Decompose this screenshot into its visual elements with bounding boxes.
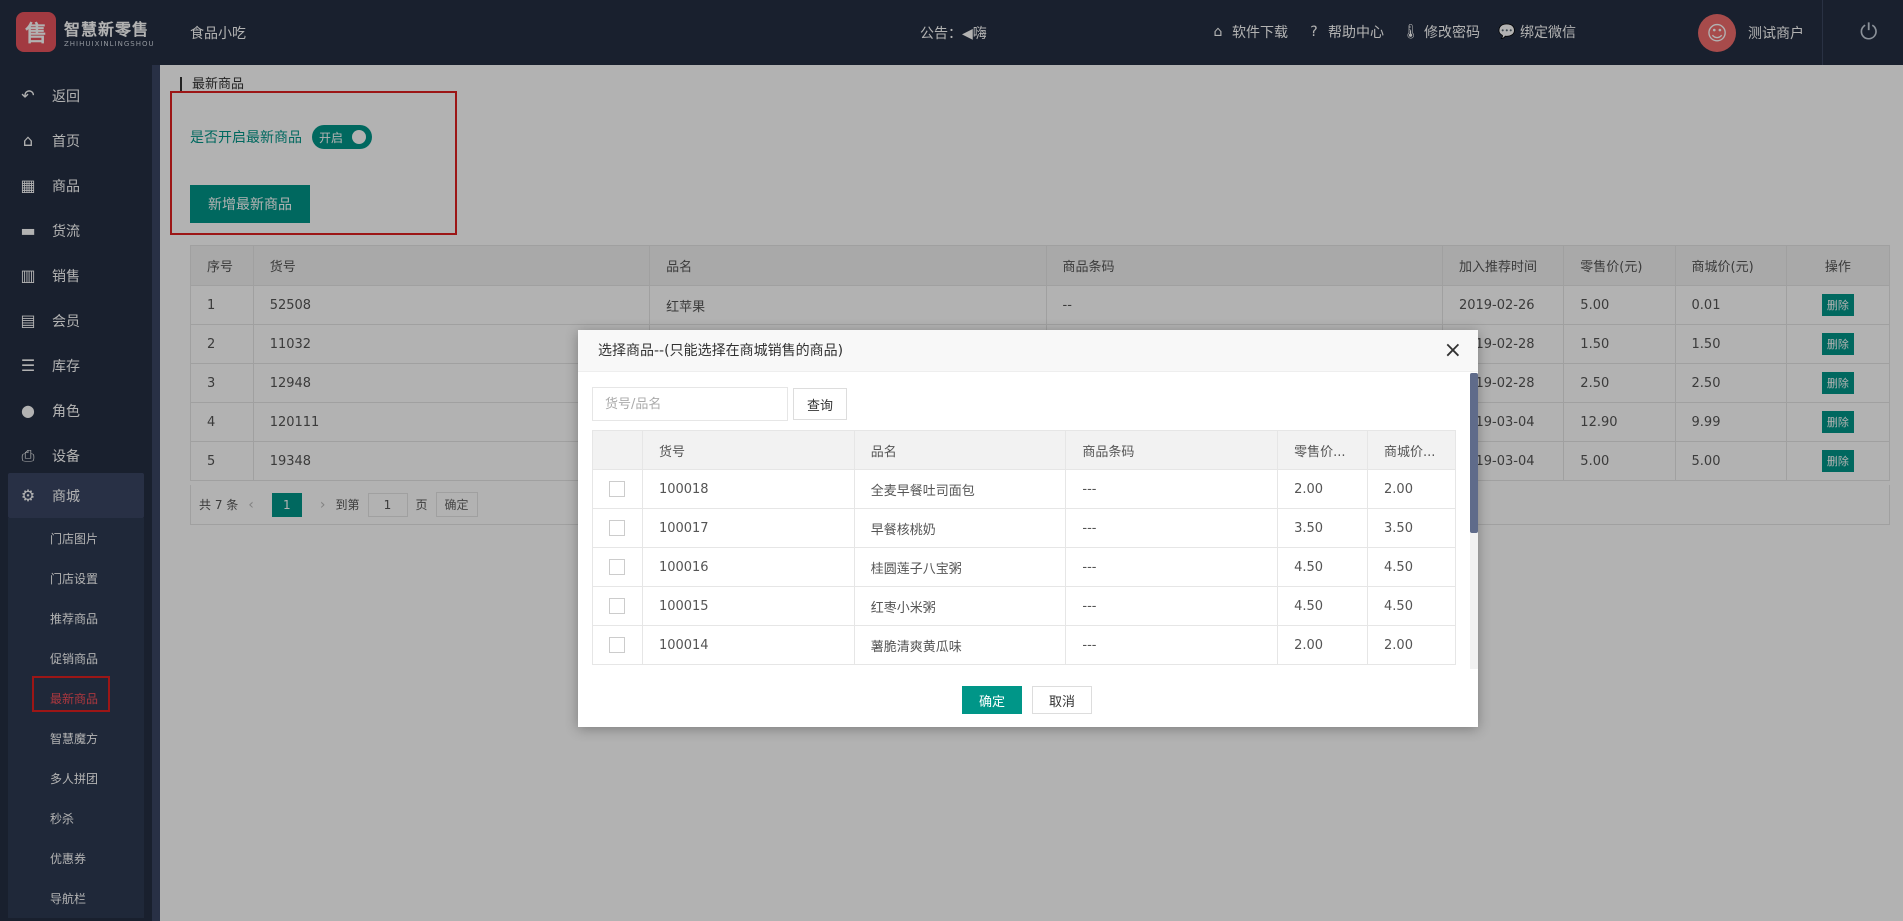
col-name: 品名 (853, 430, 1067, 470)
modal-table-wrap: 货号 品名 商品条码 零售价... 商城价... 100018 全麦早餐吐司面包… (592, 430, 1456, 666)
table-row[interactable]: 100017 早餐核桃奶 --- 3.50 3.50 (592, 508, 1456, 548)
modal-scrollbar[interactable] (1470, 373, 1478, 669)
col-checkbox (592, 430, 643, 470)
col-barcode: 商品条码 (1065, 430, 1279, 470)
confirm-button[interactable]: 确定 (962, 686, 1022, 714)
cancel-button[interactable]: 取消 (1032, 686, 1092, 714)
table-row[interactable]: 100016 桂圆莲子八宝粥 --- 4.50 4.50 (592, 547, 1456, 587)
table-row[interactable]: 100018 全麦早餐吐司面包 --- 2.00 2.00 (592, 469, 1456, 509)
col-mall-price: 商城价... (1367, 430, 1456, 470)
table-row[interactable]: 100015 红枣小米粥 --- 4.50 4.50 (592, 586, 1456, 626)
table-header-row: 货号 品名 商品条码 零售价... 商城价... (592, 430, 1456, 470)
row-checkbox[interactable] (609, 481, 626, 497)
product-select-table: 货号 品名 商品条码 零售价... 商城价... 100018 全麦早餐吐司面包… (592, 430, 1456, 665)
select-product-modal: 选择商品--(只能选择在商城销售的商品) × 查询 货号 品名 商品条码 零售价… (578, 330, 1478, 727)
search-input[interactable] (592, 387, 788, 421)
col-sku: 货号 (641, 430, 855, 470)
row-checkbox[interactable] (609, 637, 626, 653)
col-retail-price: 零售价... (1277, 430, 1369, 470)
row-checkbox[interactable] (609, 598, 626, 614)
row-checkbox[interactable] (609, 559, 626, 575)
row-checkbox[interactable] (609, 520, 626, 536)
modal-title: 选择商品--(只能选择在商城销售的商品) (578, 330, 1478, 372)
close-icon[interactable]: × (1444, 338, 1462, 363)
table-row[interactable]: 100014 薯脆清爽黄瓜味 --- 2.00 2.00 (592, 625, 1456, 665)
scroll-thumb[interactable] (1470, 373, 1478, 533)
query-button[interactable]: 查询 (793, 388, 847, 420)
